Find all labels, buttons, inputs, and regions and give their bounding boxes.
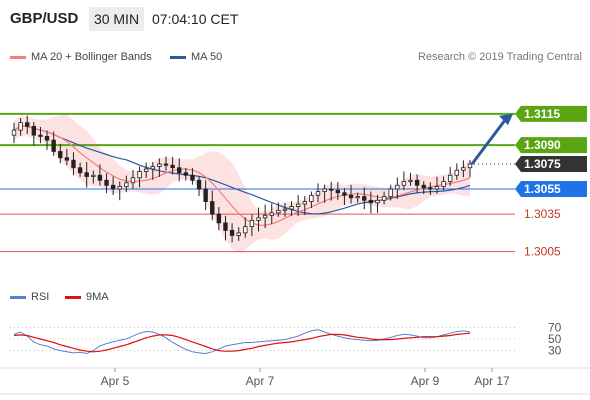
- candle-body: [315, 191, 321, 196]
- candle-body: [395, 184, 400, 190]
- candle-body: [223, 222, 228, 231]
- candle-body: [408, 179, 413, 182]
- candle-body: [196, 179, 202, 190]
- candle-body: [157, 163, 162, 167]
- candle-body: [282, 208, 288, 211]
- main-panel: 1.3115 1.3090 1.3075 1.3055 1.3035 1.3005: [0, 105, 587, 259]
- candle-body: [342, 192, 347, 196]
- candle-body: [441, 181, 446, 187]
- level-label-1.3090: 1.3090: [524, 138, 561, 152]
- candle-body: [269, 212, 274, 216]
- candle-body: [11, 129, 17, 136]
- candle-body: [434, 186, 440, 190]
- candle-body: [44, 136, 50, 141]
- candle-body: [143, 168, 149, 172]
- candle-body: [137, 171, 142, 179]
- candle-body: [375, 199, 380, 204]
- candle-body: [243, 226, 248, 234]
- candle-body: [276, 209, 281, 214]
- candle-body: [381, 196, 387, 201]
- price-chart[interactable]: 1.3115 1.3090 1.3075 1.3055 1.3035 1.3005 305…: [0, 0, 590, 400]
- candle-body: [58, 151, 63, 159]
- candle-body: [110, 184, 116, 190]
- candle-body: [256, 217, 261, 221]
- candle-body: [388, 188, 393, 197]
- candle-body: [322, 188, 327, 192]
- candle-body: [262, 214, 268, 219]
- candle-body: [236, 232, 241, 236]
- candle-body: [150, 166, 155, 170]
- bollinger-band: [14, 115, 470, 253]
- candle-body: [289, 206, 294, 210]
- candle-body: [183, 172, 189, 176]
- candle-body: [18, 122, 23, 131]
- time-axis: Apr 5 Apr 7 Apr 9 Apr 17: [0, 367, 590, 395]
- candle-body: [163, 163, 169, 166]
- x-tick-label: Apr 17: [474, 374, 510, 388]
- candle-body: [401, 181, 407, 186]
- level-label-1.3035: 1.3035: [524, 207, 561, 221]
- candle-body: [467, 163, 473, 169]
- candle-body: [25, 122, 30, 127]
- candle-body: [355, 196, 360, 199]
- candle-body: [309, 194, 314, 202]
- candle-body: [210, 201, 215, 215]
- candle-body: [51, 139, 56, 152]
- candle-body: [124, 182, 129, 187]
- candle-body: [117, 186, 122, 190]
- rsi-ma-line: [13, 332, 471, 353]
- x-tick-label: Apr 9: [411, 374, 440, 388]
- candle-body: [329, 188, 334, 191]
- candle-body: [216, 213, 222, 224]
- level-label-1.3115: 1.3115: [524, 107, 560, 121]
- candle-body: [38, 134, 43, 137]
- candle-body: [71, 159, 76, 169]
- level-label-1.3005: 1.3005: [524, 245, 561, 259]
- candle-body: [454, 169, 459, 176]
- level-label-1.3075: 1.3075: [524, 157, 561, 171]
- x-tick-label: Apr 5: [101, 374, 130, 388]
- candle-body: [421, 184, 426, 189]
- candle-body: [97, 174, 103, 181]
- projection-arrow: [470, 119, 507, 165]
- candle-body: [229, 229, 235, 236]
- candle-body: [31, 125, 37, 136]
- rsi-panel: 305070: [10, 320, 562, 358]
- candle-body: [302, 201, 307, 205]
- candle-body: [362, 196, 367, 201]
- candle-body: [249, 219, 255, 228]
- candle-body: [170, 164, 175, 169]
- x-tick-label: Apr 7: [246, 374, 275, 388]
- candle-body: [130, 177, 136, 184]
- candle-body: [447, 174, 453, 182]
- candle-body: [177, 167, 182, 174]
- rsi-tick-label: 70: [548, 320, 562, 334]
- candle-body: [295, 203, 301, 207]
- candle-body: [335, 189, 341, 194]
- candle-body: [91, 174, 96, 177]
- candle-body: [428, 187, 433, 190]
- candle-body: [368, 199, 374, 204]
- candle-body: [190, 174, 195, 181]
- candle-body: [77, 167, 83, 174]
- candle-body: [414, 179, 420, 186]
- candle-body: [64, 157, 70, 161]
- candle-body: [84, 172, 89, 177]
- candle-body: [461, 167, 466, 171]
- candle-body: [203, 188, 208, 202]
- level-label-1.3055: 1.3055: [524, 182, 561, 196]
- candle-body: [104, 179, 109, 186]
- candle-body: [348, 194, 354, 199]
